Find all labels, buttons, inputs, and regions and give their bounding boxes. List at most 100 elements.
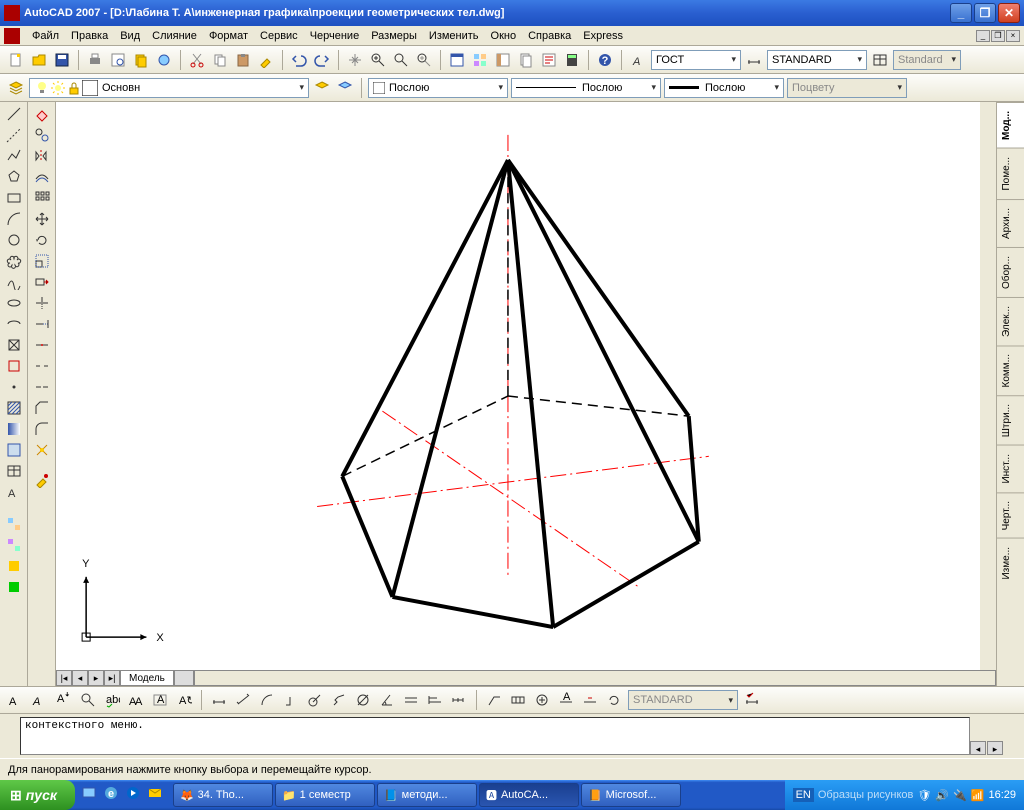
- move-tool[interactable]: [31, 209, 53, 229]
- tray-icon-2[interactable]: 🔊: [935, 789, 949, 802]
- task-button-3[interactable]: 📘методи...: [377, 783, 477, 807]
- tab-next-button[interactable]: ▸: [88, 670, 104, 686]
- deskband-label[interactable]: Образцы рисунков: [818, 789, 914, 801]
- mtext-tool[interactable]: A: [3, 482, 25, 502]
- text-style-dropdown[interactable]: ГОСТ▾: [651, 50, 741, 70]
- insert-block-tool[interactable]: [3, 335, 25, 355]
- palette-tab-7[interactable]: Инст...: [997, 445, 1024, 492]
- tab-prev-button[interactable]: ◂: [72, 670, 88, 686]
- ellipse-arc-tool[interactable]: [3, 314, 25, 334]
- dim-baseline-button[interactable]: [425, 690, 445, 710]
- tool-palettes-button[interactable]: [493, 50, 513, 70]
- circle-tool[interactable]: [3, 230, 25, 250]
- ql-desktop-icon[interactable]: [81, 785, 101, 805]
- redo-button[interactable]: [312, 50, 332, 70]
- polyline-tool[interactable]: [3, 146, 25, 166]
- lineweight-dropdown[interactable]: Послою▾: [664, 78, 784, 98]
- dtext-button[interactable]: A: [30, 690, 50, 710]
- line-tool[interactable]: [3, 104, 25, 124]
- edit-text-button[interactable]: Aꜜ: [54, 690, 74, 710]
- mtext-button[interactable]: A: [6, 690, 26, 710]
- hatch-tool[interactable]: [3, 398, 25, 418]
- array-tool[interactable]: [31, 188, 53, 208]
- markup-button[interactable]: [539, 50, 559, 70]
- dim-update-button[interactable]: [604, 690, 624, 710]
- mdi-close-button[interactable]: ×: [1006, 30, 1020, 42]
- menu-tools[interactable]: Сервис: [254, 28, 304, 44]
- palette-tab-6[interactable]: Штри...: [997, 395, 1024, 445]
- task-button-2[interactable]: 📁1 семестр: [275, 783, 375, 807]
- scale-text-button[interactable]: AA: [126, 690, 146, 710]
- extra-tool-3[interactable]: [3, 556, 25, 576]
- vertical-scrollbar[interactable]: [980, 102, 996, 670]
- cmd-scroll-left[interactable]: ◂: [970, 741, 986, 755]
- menu-modify[interactable]: Изменить: [423, 28, 485, 44]
- table-tool[interactable]: [3, 461, 25, 481]
- mdi-minimize-button[interactable]: _: [976, 30, 990, 42]
- tray-icon-4[interactable]: 📶: [971, 789, 985, 802]
- linetype-dropdown[interactable]: Послою▾: [511, 78, 661, 98]
- revcloud-tool[interactable]: [3, 251, 25, 271]
- layer-manager-button[interactable]: [6, 78, 26, 98]
- extra-tool-4[interactable]: [3, 577, 25, 597]
- region-tool[interactable]: [3, 440, 25, 460]
- dim-diameter-button[interactable]: [353, 690, 373, 710]
- tolerance-button[interactable]: [508, 690, 528, 710]
- find-button[interactable]: [78, 690, 98, 710]
- task-button-4[interactable]: 🅰AutoCA...: [479, 783, 579, 807]
- color-dropdown[interactable]: Послою▾: [368, 78, 508, 98]
- scale-tool[interactable]: [31, 251, 53, 271]
- layer-previous-button[interactable]: [312, 78, 332, 98]
- ql-ie-icon[interactable]: e: [103, 785, 123, 805]
- layer-states-button[interactable]: [335, 78, 355, 98]
- paste-button[interactable]: [233, 50, 253, 70]
- tab-first-button[interactable]: |◂: [56, 670, 72, 686]
- undo-button[interactable]: [289, 50, 309, 70]
- zoom-previous-button[interactable]: [414, 50, 434, 70]
- menu-file[interactable]: Файл: [26, 28, 65, 44]
- fillet-tool[interactable]: [31, 419, 53, 439]
- ellipse-tool[interactable]: [3, 293, 25, 313]
- menu-draw[interactable]: Черчение: [304, 28, 366, 44]
- design-center-button[interactable]: [470, 50, 490, 70]
- center-mark-button[interactable]: [532, 690, 552, 710]
- menu-window[interactable]: Окно: [485, 28, 523, 44]
- palette-tab-1[interactable]: Поме...: [997, 148, 1024, 199]
- rectangle-tool[interactable]: [3, 188, 25, 208]
- xline-tool[interactable]: [3, 125, 25, 145]
- stretch-tool[interactable]: [31, 272, 53, 292]
- dim-continue-button[interactable]: [449, 690, 469, 710]
- menu-dimension[interactable]: Размеры: [365, 28, 423, 44]
- dim-tedit-button[interactable]: [580, 690, 600, 710]
- open-button[interactable]: [29, 50, 49, 70]
- command-input[interactable]: контекстного меню.: [20, 717, 970, 755]
- dim-angular-button[interactable]: [377, 690, 397, 710]
- dim-style-manager-button[interactable]: [742, 690, 762, 710]
- language-indicator[interactable]: EN: [793, 788, 814, 802]
- dim-aligned-button[interactable]: [233, 690, 253, 710]
- zoom-realtime-button[interactable]: [368, 50, 388, 70]
- mdi-restore-button[interactable]: ❐: [991, 30, 1005, 42]
- dim-style-button[interactable]: [744, 50, 764, 70]
- extra-tool-1[interactable]: [3, 514, 25, 534]
- pan-realtime-button[interactable]: [345, 50, 365, 70]
- justify-text-button[interactable]: A: [150, 690, 170, 710]
- palette-tab-2[interactable]: Архи...: [997, 199, 1024, 247]
- table-style-button[interactable]: [870, 50, 890, 70]
- arc-tool[interactable]: [3, 209, 25, 229]
- properties-button[interactable]: [447, 50, 467, 70]
- convert-text-button[interactable]: A↻: [174, 690, 194, 710]
- table-style-dropdown[interactable]: Standard▾: [893, 50, 961, 70]
- plotstyle-dropdown[interactable]: Поцвету▾: [787, 78, 907, 98]
- print-preview-button[interactable]: [108, 50, 128, 70]
- palette-tab-9[interactable]: Изме...: [997, 538, 1024, 588]
- publish-button[interactable]: [131, 50, 151, 70]
- start-button[interactable]: пуск: [0, 780, 75, 810]
- dim-style-dropdown2[interactable]: STANDARD▾: [628, 690, 738, 710]
- 3d-dwf-button[interactable]: [154, 50, 174, 70]
- extend-tool[interactable]: [31, 314, 53, 334]
- point-tool[interactable]: [3, 377, 25, 397]
- dim-style-dropdown[interactable]: STANDARD▾: [767, 50, 867, 70]
- minimize-button[interactable]: _: [950, 3, 972, 23]
- copy-tool[interactable]: [31, 125, 53, 145]
